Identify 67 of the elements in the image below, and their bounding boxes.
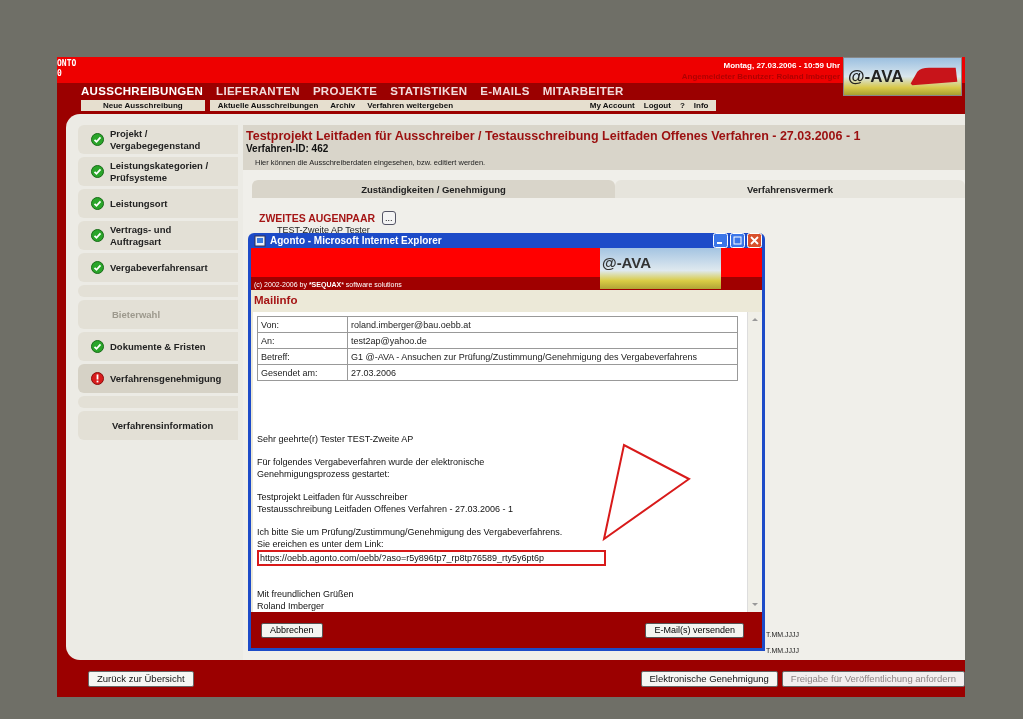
- sidebar-item[interactable]: Leistungsort: [78, 189, 238, 218]
- field-value: test2ap@yahoo.de: [347, 332, 738, 349]
- id-label: Verfahren-ID: 462: [246, 143, 330, 154]
- nav-link[interactable]: LIEFERANTEN: [216, 84, 300, 97]
- mailinfo-heading: Mailinfo: [253, 293, 299, 308]
- tab[interactable]: Verfahrensvermerk: [615, 180, 965, 198]
- check-icon: [91, 197, 104, 210]
- sidebar-item[interactable]: Verfahrensinformation: [78, 411, 238, 440]
- subnav-link[interactable]: Aktuelle Ausschreibungen: [217, 100, 319, 110]
- field-value: G1 @-AVA - Ansuchen zur Prüfung/Zustimmung/Genehmigung des Vergabeverfahrens: [347, 348, 738, 365]
- browser-icon: [254, 234, 266, 247]
- more-button[interactable]: ...: [382, 211, 396, 225]
- check-icon: [91, 229, 104, 242]
- check-icon: [91, 261, 104, 274]
- sidebar-item[interactable]: Verfahrensgenehmigung: [78, 364, 238, 393]
- field-label: Betreff:: [257, 348, 348, 365]
- subnav-link[interactable]: Archiv: [330, 100, 356, 110]
- subnav-link[interactable]: Verfahren weitergeben: [367, 100, 454, 110]
- sidebar-item[interactable]: Vergabeverfahrensart: [78, 253, 238, 282]
- mail-paragraph: Ich bitte Sie um Prüfung/Zustimmung/Genehmigung des Vergabeverfahrens. Sie ereichen es unter dem Link:: [257, 526, 564, 550]
- user-text: Angemeldeter Benutzer: Roland Imberger: [681, 71, 840, 82]
- logo-banner: @-AVA: [843, 57, 962, 96]
- field-label: Gesendet am:: [257, 364, 348, 381]
- subnav-link[interactable]: Logout: [643, 100, 671, 110]
- page-title: Testprojekt Leitfaden für Ausschreiber / Testausschreibung Leitfaden Offenes Verfahren - 27.03.2006 - 1: [246, 129, 862, 143]
- sidebar-item[interactable]: Projekt / Vergabegegenstand: [78, 125, 238, 154]
- check-icon: [91, 340, 104, 353]
- field-value: roland.imberger@bau.oebb.at: [347, 316, 738, 333]
- tab[interactable]: Zuständigkeiten / Genehmigung: [252, 180, 615, 198]
- warning-icon: [91, 372, 104, 385]
- field-label: Von:: [257, 316, 348, 333]
- send-button[interactable]: E-Mail(s) versenden: [645, 622, 744, 638]
- scrollbar[interactable]: [747, 312, 762, 612]
- nav-link[interactable]: E-MAILS: [480, 84, 530, 97]
- field-value: 27.03.2006: [347, 364, 738, 381]
- corner-text: 0: [57, 69, 63, 79]
- mail-closing: Mit freundlichen Grüßen Roland Imberger: [257, 588, 355, 612]
- sidebar-item[interactable]: Leistungskategorien / Prüfsysteme: [78, 157, 238, 186]
- check-icon: [91, 133, 104, 146]
- subnav-link[interactable]: Info: [693, 100, 709, 110]
- close-icon[interactable]: [747, 233, 762, 248]
- subnav-link[interactable]: Neue Ausschreibung: [89, 100, 197, 110]
- nav-link[interactable]: STATISTIKEN: [390, 84, 468, 97]
- footer-button[interactable]: Elektronische Genehmigung: [640, 670, 778, 687]
- nav-link[interactable]: PROJEKTE: [312, 84, 378, 97]
- sidebar-item[interactable]: Dokumente & Fristen: [78, 332, 238, 361]
- window-title: Agonto - Microsoft Internet Explorer: [270, 235, 442, 246]
- subnav-link[interactable]: My Account: [589, 100, 635, 110]
- check-icon: [91, 165, 104, 178]
- minimize-icon[interactable]: [713, 233, 728, 248]
- mail-paragraph: Sehr geehrte(r) Tester TEST-Zweite AP: [257, 433, 415, 445]
- section-title: ZWEITES AUGENPAAR: [259, 212, 376, 224]
- mail-link[interactable]: https://oebb.agonto.com/oebb/?aso=r5y896tp7_rp8tp76589_rty5y6pt6p: [257, 550, 606, 566]
- person-text: TEST-Zweite AP Tester: [277, 225, 371, 235]
- sidebar-item[interactable]: Vertrags- und Auftragsart: [78, 221, 238, 250]
- datetime-text: Montag, 27.03.2006 - 10:59 Uhr: [723, 60, 840, 71]
- logo-banner: @-AVA: [600, 248, 721, 289]
- mail-paragraph: Testprojekt Leitfaden für Ausschreiber Testausschreibung Leitfaden Offenes Verfahren - 27.03.2006 - 1: [257, 491, 514, 515]
- corner-text: ONTO: [57, 59, 77, 69]
- maximize-icon[interactable]: [730, 233, 745, 248]
- nav-link[interactable]: AUSSCHREIBUNGEN: [81, 84, 204, 97]
- field-label: An:: [257, 332, 348, 349]
- nav-link[interactable]: MITARBEITER: [542, 84, 624, 97]
- footer-button[interactable]: Zurück zur Übersicht: [88, 670, 194, 687]
- mail-paragraph: Für folgendes Vergabeverfahren wurde der elektronische Genehmigungsprozess gestartet:: [257, 456, 486, 480]
- cancel-button[interactable]: Abbrechen: [261, 622, 323, 638]
- subnav-link[interactable]: ?: [679, 100, 685, 110]
